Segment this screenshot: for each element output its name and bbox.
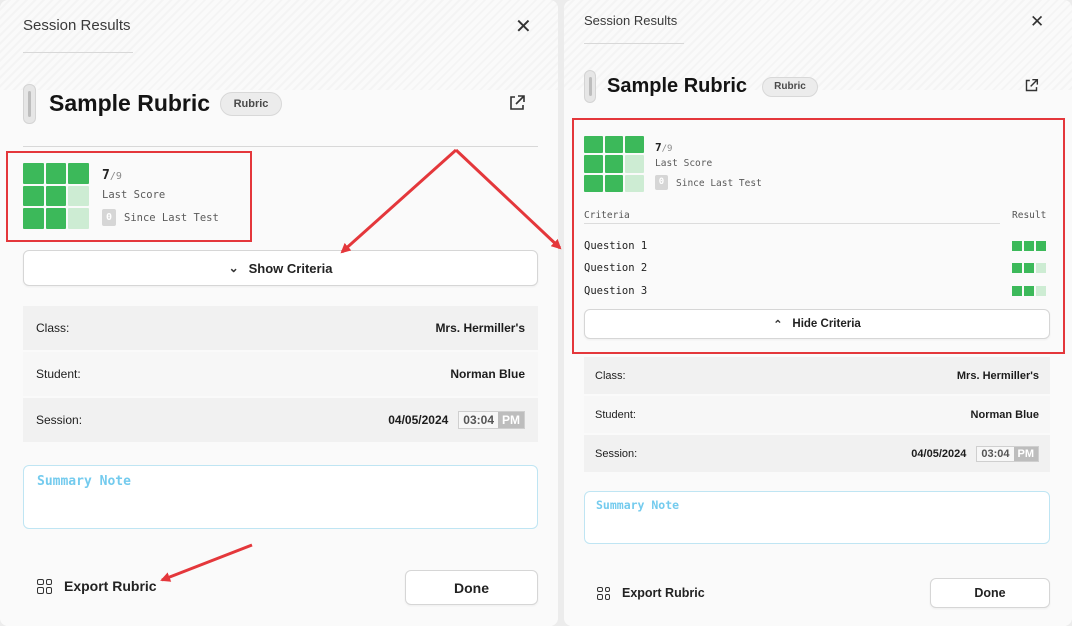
arrow-to-show-criteria <box>340 148 458 254</box>
annotation-arrows <box>160 148 562 582</box>
arrow-to-export-rubric <box>160 543 253 582</box>
arrow-to-expanded-panel <box>454 148 562 250</box>
